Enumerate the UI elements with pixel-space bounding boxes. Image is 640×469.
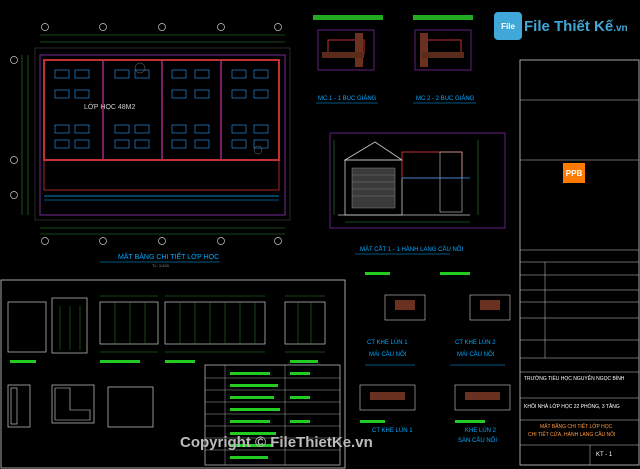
sheet-title-line1: MẶT BẰNG CHI TIẾT LỚP HỌC — [540, 424, 613, 430]
logo-text-suffix: .vn — [613, 23, 628, 34]
copyright-watermark: Copyright © FileThietKe.vn — [180, 434, 373, 451]
ct4-title: KHE LÚN 2 — [465, 428, 497, 434]
cad-drawing-canvas — [0, 0, 640, 469]
room-label: LỚP HỌC 48M2 — [84, 104, 136, 111]
project-line2: KHỐI NHÀ LỚP HỌC 22 PHÒNG, 3 TẦNG — [524, 404, 620, 410]
section-title: MẶT CẮT 1 - 1 HÀNH LANG CẦU NỐI — [360, 247, 464, 253]
mc2-title: MC 2 - 2 BỤC GIẢNG — [416, 96, 475, 102]
ct1-sub: MÁI CẦU NỐI — [369, 352, 407, 358]
sheet-number: KT - 1 — [596, 452, 613, 458]
company-logo: PPB — [563, 163, 585, 183]
logo-text-main: File Thiết Kế — [524, 18, 614, 35]
ct4-sub: SÀN CẦU NỐI — [458, 438, 498, 444]
ct2-title: CT KHE LÚN 2 — [455, 340, 496, 346]
mc1-title: MC 1 - 1 BỤC GIẢNG — [318, 96, 377, 102]
sheet-title-line2: CHI TIẾT CỬA, HÀNH LANG CẦU NỐI — [528, 432, 616, 438]
logo-badge-icon: File — [494, 12, 522, 40]
plan-title: MẶT BẰNG CHI TIẾT LỚP HỌC — [118, 254, 220, 261]
site-logo: File File Thiết Kế.vn — [494, 12, 628, 42]
ct1-title: CT KHE LÚN 1 — [367, 340, 408, 346]
ct2-sub: MÁI CẦU NỐI — [457, 352, 495, 358]
plan-scale: TL: 1/100 — [152, 263, 169, 268]
ct3-title: CT KHE LÚN 1 — [372, 428, 413, 434]
logo-text: File Thiết Kế.vn — [524, 18, 628, 35]
project-line1: TRƯỜNG TIỂU HỌC NGUYỄN NGỌC BÌNH — [524, 376, 625, 382]
